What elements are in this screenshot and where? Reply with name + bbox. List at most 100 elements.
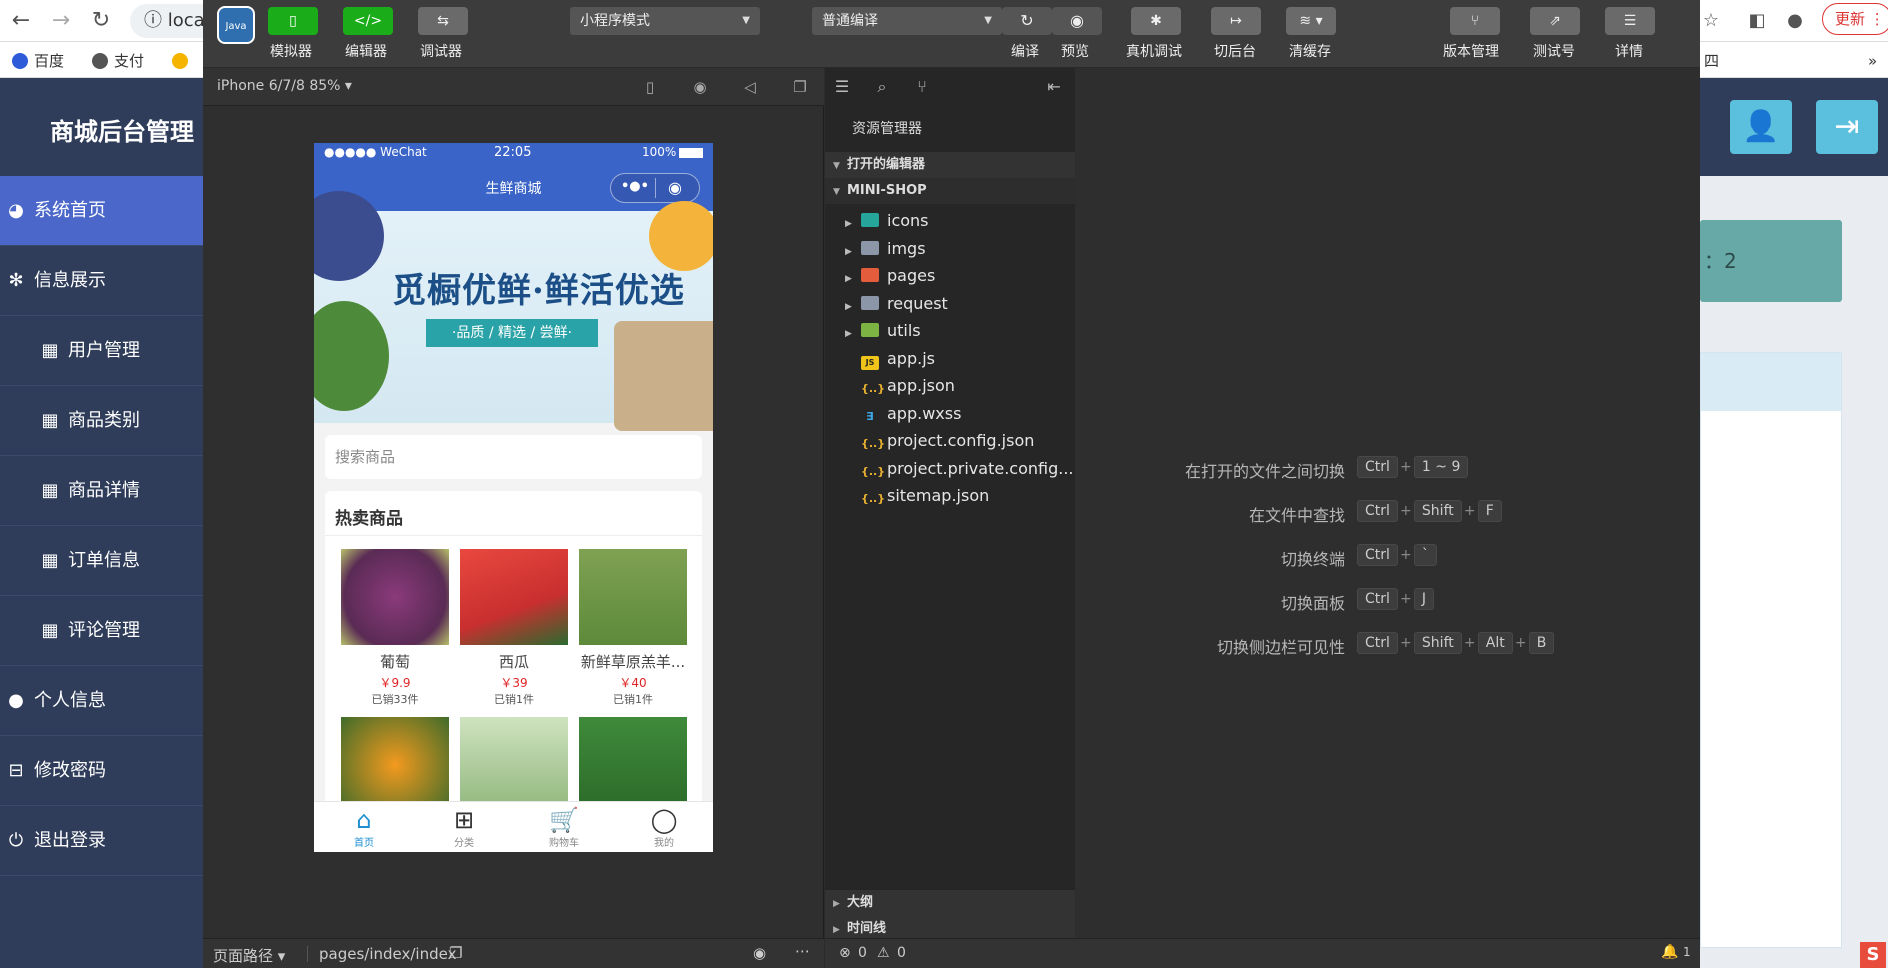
home-banner[interactable]: 觅橱优鲜·鲜活优选 ·品质 / 精选 / 尝鲜· (314, 191, 713, 431)
more-icon[interactable]: •●• (621, 179, 649, 194)
sidebar-item[interactable]: ▦ 商品详情 (0, 456, 205, 526)
folder-item[interactable]: ▶ pages (845, 263, 935, 289)
error-count: 0 (858, 945, 867, 961)
version-button[interactable]: ⑂ (1450, 7, 1500, 35)
search-input[interactable]: 搜索商品 (325, 435, 702, 479)
open-editors-section[interactable]: ▼ 打开的编辑器 (825, 152, 1075, 178)
tab-item[interactable]: ⌂ 首页 (314, 806, 414, 849)
capsule-menu[interactable]: •●• ◉ (610, 173, 700, 203)
test-account-button[interactable]: ⇗ (1530, 7, 1580, 35)
folder-item[interactable]: ▶ utils (845, 318, 921, 344)
error-icon: ⊗ (839, 945, 851, 961)
chevron-down-icon: ▼ (984, 15, 992, 26)
more-icon[interactable]: ⋯ (795, 942, 810, 960)
folder-item[interactable]: ▶ request (845, 291, 948, 317)
compile-select[interactable]: 普通编译 ▼ (812, 7, 1002, 35)
product-card[interactable]: 葡萄 ￥9.9 已销33件 (341, 549, 449, 707)
copy-icon[interactable]: ❐ (449, 944, 462, 962)
shortcut-row: 切换侧边栏可见性 Ctrl + Shift + Alt + B (1075, 630, 1700, 657)
user-button[interactable]: 👤 (1730, 100, 1792, 154)
bookmark-pay[interactable]: 支付 (92, 50, 144, 72)
back-icon[interactable]: ← (6, 6, 36, 36)
spinach-image (314, 301, 389, 411)
sidebar-item[interactable]: ▦ 用户管理 (0, 316, 205, 386)
search-icon[interactable]: ⌕ (871, 76, 893, 98)
list-icon[interactable]: ☰ (831, 76, 853, 98)
remote-debug-label: 真机调试 (1126, 44, 1182, 60)
tab-item[interactable]: 🛒 购物车 (514, 806, 614, 849)
bookmarks-overflow-icon[interactable]: » (1868, 50, 1877, 72)
folder-item[interactable]: ▶ imgs (845, 236, 926, 262)
simulator-button[interactable]: ▯ (268, 7, 318, 35)
file-item[interactable]: {..} project.config.json (845, 428, 1034, 454)
tab-item[interactable]: ⊞ 分类 (414, 806, 514, 849)
file-name: project.private.config... (887, 458, 1074, 478)
preview-button[interactable]: ◉ (1052, 7, 1102, 35)
product-card[interactable] (341, 717, 449, 813)
product-card[interactable] (579, 717, 687, 813)
bookmark-baidu[interactable]: 百度 (12, 50, 64, 72)
stop-icon[interactable]: ◉ (690, 77, 710, 97)
device-select[interactable]: iPhone 6/7/8 85% ▾ (217, 78, 352, 94)
cart-icon: 🛒 (549, 806, 579, 834)
debugger-button[interactable]: ⇆ (418, 7, 468, 35)
plus-sign: + (1463, 503, 1476, 519)
folder-icon (861, 240, 879, 255)
file-item[interactable]: ∃ app.wxss (845, 401, 961, 427)
file-item[interactable]: {..} app.json (845, 373, 955, 399)
problems-status[interactable]: ⊗ 0 ⚠ 0 (825, 938, 1075, 968)
sidebar-item[interactable]: ✻ 信息展示 (0, 246, 205, 316)
folder-item[interactable]: ▶ icons (845, 208, 929, 234)
window-icon[interactable]: ❐ (790, 77, 810, 97)
editor-button[interactable]: </> (343, 7, 393, 35)
bookmark-tail[interactable]: 四网 (1704, 50, 1728, 72)
logout-button[interactable]: ⇥ (1816, 100, 1878, 154)
sidebar-item[interactable]: ▦ 订单信息 (0, 526, 205, 596)
details-button[interactable]: ☰ (1605, 7, 1655, 35)
forward-icon[interactable]: → (46, 6, 76, 36)
sidebar-item[interactable]: ⊟ 修改密码 (0, 736, 205, 806)
file-item[interactable]: {..} project.private.config... (845, 456, 1074, 482)
sidebar-item[interactable]: ▦ 商品类别 (0, 386, 205, 456)
sidebar-item[interactable]: ⏻ 退出登录 (0, 806, 205, 876)
compile-button[interactable]: ↻ (1002, 7, 1052, 35)
background-button[interactable]: ↦ (1211, 7, 1261, 35)
outline-section[interactable]: ▶ 大纲 (825, 890, 1075, 916)
mode-select[interactable]: 小程序模式 ▼ (570, 7, 760, 35)
sidebar-item[interactable]: ▦ 评论管理 (0, 596, 205, 666)
bell-icon[interactable]: 🔔 (1661, 944, 1678, 960)
file-item[interactable]: JS app.js (845, 346, 935, 372)
sidebar-item-label: 信息展示 (34, 270, 106, 291)
tab-label: 购物车 (549, 838, 579, 849)
star-icon[interactable]: ☆ (1696, 6, 1726, 36)
bookmark-more-icon[interactable] (172, 50, 194, 72)
collapse-sidebar-icon[interactable]: ⇤ (1043, 76, 1065, 98)
plus-sign: + (1400, 591, 1412, 607)
key-cap: Shift (1413, 632, 1462, 654)
product-card[interactable] (460, 717, 568, 813)
shortcut-keys: Ctrl + Shift + F (1357, 500, 1502, 522)
product-card[interactable]: 新鲜草原羔羊... ￥40 已销1件 (579, 549, 687, 707)
volume-icon[interactable]: ◁ (740, 77, 760, 97)
close-circle-icon[interactable]: ◉ (668, 178, 682, 197)
reload-icon[interactable]: ↻ (86, 6, 116, 36)
phone-icon[interactable]: ▯ (640, 77, 660, 97)
update-button[interactable]: 更新 ⋮ (1822, 3, 1888, 35)
sidebar-item[interactable]: ◕ 系统首页 (0, 176, 205, 246)
branch-icon[interactable]: ⑂ (911, 76, 933, 98)
plus-sign: + (1463, 635, 1476, 651)
file-item[interactable]: {..} sitemap.json (845, 483, 989, 509)
side-panel-icon[interactable]: ◧ (1742, 6, 1772, 36)
profile-icon[interactable]: ● (1780, 6, 1810, 36)
caret-right-icon: ▶ (845, 274, 852, 284)
shortcut-row: 在文件中查找 Ctrl + Shift + F (1075, 498, 1700, 525)
eye-icon[interactable]: ◉ (753, 944, 766, 962)
sidebar-item[interactable]: ● 个人信息 (0, 666, 205, 736)
product-card[interactable]: 西瓜 ￥39 已销1件 (460, 549, 568, 707)
page-path-select[interactable]: 页面路径 ▾ (213, 945, 285, 966)
battery-text: 100% (642, 145, 677, 159)
clear-cache-button[interactable]: ≋ ▾ (1286, 7, 1336, 35)
tab-item[interactable]: ◯ 我的 (614, 806, 713, 849)
project-section[interactable]: ▼ MINI-SHOP (825, 178, 1075, 204)
remote-debug-button[interactable]: ✱ (1131, 7, 1181, 35)
